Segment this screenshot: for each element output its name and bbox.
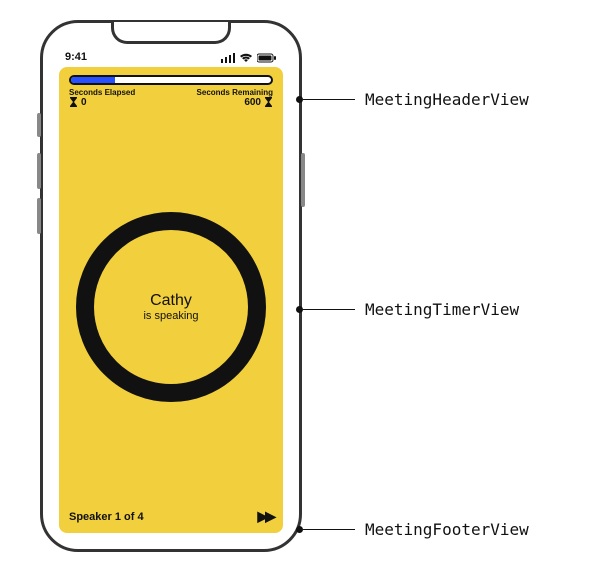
silence-switch [37,113,41,137]
battery-icon [257,53,277,63]
annotation-header: MeetingHeaderView [296,90,529,109]
status-time: 9:41 [65,51,87,63]
meeting-header-view: Seconds Elapsed Seconds Remaining 0 600 [59,67,283,112]
annotation-header-label: MeetingHeaderView [365,90,529,109]
wifi-icon [239,53,253,63]
speaker-counter: Speaker 1 of 4 [69,511,144,523]
power-button [301,153,305,207]
screen: 9:41 Seconds Elapsed Seconds Remaining [51,31,291,541]
forward-icon[interactable]: ▶▶ [257,508,273,525]
phone-frame: 9:41 Seconds Elapsed Seconds Remaining [40,20,302,552]
speaker-subtitle: is speaking [143,310,198,322]
status-indicators [221,53,277,63]
progress-fill [71,77,115,83]
hourglass-top-icon [264,97,273,108]
meeting-timer-view: Cathy is speaking [59,112,283,502]
elapsed-value: 0 [81,97,87,108]
volume-up-button [37,153,41,189]
progress-bar [69,75,273,85]
current-speaker-name: Cathy [150,292,192,310]
cellular-icon [221,53,235,63]
annotation-timer-label: MeetingTimerView [365,300,519,319]
meeting-footer-view: Speaker 1 of 4 ▶▶ [59,502,283,533]
volume-down-button [37,198,41,234]
status-bar: 9:41 [51,31,291,65]
annotation-footer: MeetingFooterView [296,520,529,539]
elapsed-label: Seconds Elapsed [69,88,135,97]
remaining-label: Seconds Remaining [197,88,273,97]
timer-ring: Cathy is speaking [76,212,266,402]
meeting-view: Seconds Elapsed Seconds Remaining 0 600 [59,67,283,533]
remaining-value: 600 [244,97,261,108]
hourglass-bottom-icon [69,97,78,108]
annotation-timer: MeetingTimerView [296,300,519,319]
annotation-footer-label: MeetingFooterView [365,520,529,539]
